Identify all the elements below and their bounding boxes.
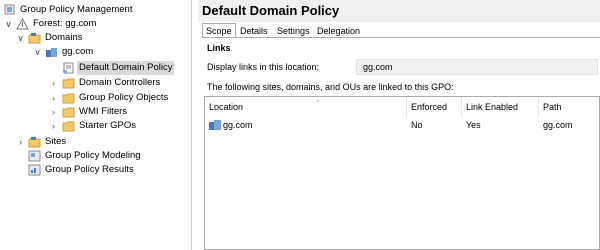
column-header-location[interactable]: ⌃ Location <box>205 97 407 117</box>
forest-icon <box>16 17 29 30</box>
chevron-right-icon[interactable]: › <box>49 91 58 105</box>
tree-item-label: Domain Controllers <box>79 77 161 88</box>
chevron-down-icon[interactable]: ∨ <box>16 31 25 45</box>
domain-icon <box>209 119 221 134</box>
tree-item-label: Group Policy Modeling <box>45 150 141 161</box>
tab-divider <box>202 37 600 38</box>
folder-icon <box>62 92 75 104</box>
tree-item-label: Group Policy Objects <box>79 92 169 103</box>
links-list-header: ⌃ Location Enforced Link Enabled Path <box>205 97 599 117</box>
tab-settings[interactable]: Settings <box>273 23 314 38</box>
group-policy-management-icon <box>4 4 17 16</box>
tree-item-label: Group Policy Results <box>45 164 134 175</box>
sort-caret-icon: ⌃ <box>315 100 321 107</box>
tree-item-label: Domains <box>45 32 83 43</box>
results-icon <box>28 164 41 176</box>
links-heading: Links <box>207 43 231 53</box>
details-pane: Default Domain Policy Scope Details Sett… <box>198 0 600 250</box>
column-header-path[interactable]: Path <box>539 97 599 117</box>
tree-item-label: Default Domain Policy <box>77 61 175 75</box>
folder-icon <box>62 106 75 118</box>
table-row[interactable]: gg.com No Yes gg.com <box>205 118 599 132</box>
display-links-select[interactable]: gg.com <box>356 59 598 75</box>
tree-item-label: gg.com <box>62 46 94 57</box>
tree-item-label: WMI Filters <box>79 106 128 117</box>
policy-link-icon <box>62 62 75 74</box>
chevron-down-icon[interactable]: ∨ <box>4 17 13 31</box>
cell-link-enabled: Yes <box>466 120 481 130</box>
tab-delegation[interactable]: Delegation <box>313 23 364 38</box>
column-header-link-enabled[interactable]: Link Enabled <box>462 97 539 117</box>
linked-description: The following sites, domains, and OUs ar… <box>207 82 454 92</box>
navigation-tree: Group Policy Management ∨ Forest: gg.com… <box>0 0 192 250</box>
tree-item-label: Forest: gg.com <box>33 18 97 29</box>
sites-folder-icon <box>28 136 41 148</box>
domain-icon <box>45 46 58 58</box>
tab-scope[interactable]: Scope <box>202 23 236 38</box>
page-title: Default Domain Policy <box>198 0 600 22</box>
gpmc-window: Group Policy Management ∨ Forest: gg.com… <box>0 0 600 250</box>
cell-path: gg.com <box>543 120 573 130</box>
folder-icon <box>62 77 75 89</box>
cell-location: gg.com <box>205 118 407 132</box>
chevron-right-icon[interactable]: › <box>49 105 58 119</box>
tree-item-label: Sites <box>45 136 67 147</box>
chevron-right-icon[interactable]: › <box>49 119 58 133</box>
links-list: ⌃ Location Enforced Link Enabled Path gg… <box>204 96 600 250</box>
display-links-label: Display links in this location: <box>207 62 320 72</box>
tree-item-label: Group Policy Management <box>20 4 133 15</box>
chevron-right-icon[interactable]: › <box>16 135 25 149</box>
tab-details[interactable]: Details <box>236 23 272 38</box>
cell-enforced: No <box>411 120 423 130</box>
folder-icon <box>62 120 75 132</box>
domains-folder-icon <box>28 32 41 44</box>
chevron-down-icon[interactable]: ∨ <box>33 45 42 59</box>
chevron-right-icon[interactable]: › <box>49 76 58 90</box>
tree-item-label: Starter GPOs <box>79 120 137 131</box>
column-header-enforced[interactable]: Enforced <box>407 97 462 117</box>
modeling-icon <box>28 150 41 162</box>
